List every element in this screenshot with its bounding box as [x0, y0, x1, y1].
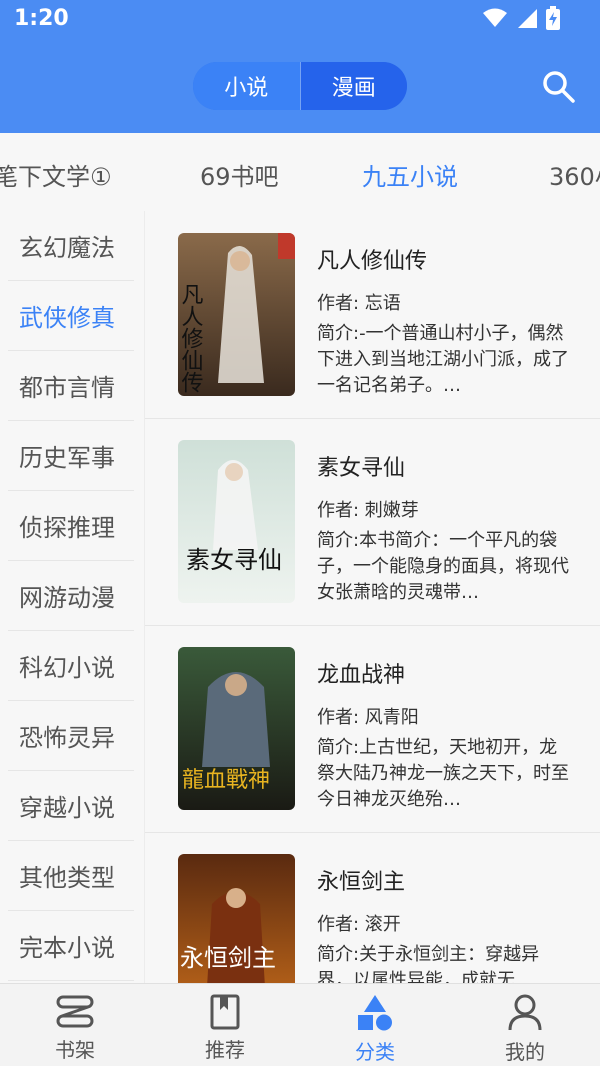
tab-source-1[interactable]: 笔下文学① — [0, 157, 112, 192]
book-item[interactable]: 素女寻仙 素女寻仙 作者: 刺嫩芽 简介:本书简介：一个平凡的袋子，一个能隐身的… — [145, 418, 600, 626]
category-item[interactable]: 侦探推理 — [8, 491, 134, 561]
nav-label: 分类 — [355, 1040, 395, 1064]
category-item-selected[interactable]: 武侠修真 — [8, 281, 134, 351]
category-item[interactable]: 穿越小说 — [8, 771, 134, 841]
search-icon[interactable] — [540, 68, 576, 104]
content-type-switch: 小说 漫画 — [193, 62, 407, 110]
nav-label: 我的 — [505, 1040, 545, 1064]
category-item[interactable]: 其他类型 — [8, 841, 134, 911]
nav-recommend[interactable]: 推荐 — [150, 984, 300, 1066]
wifi-icon — [483, 8, 507, 27]
book-cover: 凡人修仙传 — [178, 233, 295, 396]
book-item[interactable]: 凡人修仙传 凡人修仙传 作者: 忘语 简介:-一个普通山村小子，偶然下进入到当地… — [145, 211, 600, 419]
app-header: 1:20 小说 漫画 — [0, 0, 600, 133]
book-description: 简介:-一个普通山村小子，偶然下进入到当地江湖小门派，成了一名记名弟子。… — [317, 323, 569, 396]
category-item[interactable]: 玄幻魔法 — [8, 211, 134, 281]
user-icon — [508, 994, 542, 1031]
bookshelf-icon — [56, 995, 94, 1028]
book-title: 龙血战神 — [317, 663, 406, 688]
nav-profile[interactable]: 我的 — [450, 984, 600, 1066]
book-cover: 永恒剑主 — [178, 854, 295, 983]
book-title: 素女寻仙 — [317, 456, 406, 481]
nav-category[interactable]: 分类 — [300, 984, 450, 1066]
book-author: 作者: 滚开 — [317, 914, 401, 935]
signal-icon — [518, 9, 537, 28]
status-time: 1:20 — [14, 6, 69, 31]
status-icons — [482, 6, 560, 30]
book-description: 简介:本书简介：一个平凡的袋子，一个能隐身的面具，将现代女张萧晗的灵魂带… — [317, 530, 569, 603]
tab-source-4[interactable]: 360小说 — [549, 157, 600, 192]
svg-text:永恒剑主: 永恒剑主 — [180, 944, 276, 972]
battery-icon — [546, 6, 560, 30]
svg-text:凡人修仙传: 凡人修仙传 — [178, 283, 204, 393]
book-icon — [210, 994, 240, 1030]
source-tabs: 笔下文学① 69书吧 九五小说 360小说 — [0, 133, 600, 212]
category-item[interactable]: 恐怖灵异 — [8, 701, 134, 771]
nav-bookshelf[interactable]: 书架 — [0, 984, 150, 1066]
bottom-nav: 书架 推荐 分类 我的 — [0, 983, 600, 1066]
tab-source-2[interactable]: 69书吧 — [200, 157, 279, 192]
book-author: 作者: 刺嫩芽 — [317, 500, 419, 521]
nav-label: 推荐 — [205, 1038, 245, 1062]
book-description: 简介:关于永恒剑主：穿越异界，以属性异能，成就无… — [317, 944, 540, 983]
shapes-icon — [358, 995, 392, 1031]
book-cover: 素女寻仙 — [178, 440, 295, 603]
book-cover: 龍血戰神 — [178, 647, 295, 810]
book-list: 凡人修仙传 凡人修仙传 作者: 忘语 简介:-一个普通山村小子，偶然下进入到当地… — [145, 211, 600, 983]
book-title: 永恒剑主 — [317, 870, 406, 895]
book-item[interactable]: 龍血戰神 龙血战神 作者: 风青阳 简介:上古世纪，天地初开，龙祭大陆乃神龙一族… — [145, 625, 600, 833]
category-item[interactable]: 都市言情 — [8, 351, 134, 421]
tab-source-3[interactable]: 九五小说 — [362, 157, 458, 192]
category-item[interactable]: 历史军事 — [8, 421, 134, 491]
book-description: 简介:上古世纪，天地初开，龙祭大陆乃神龙一族之天下，时至今日神龙灭绝殆… — [317, 737, 569, 810]
book-author: 作者: 忘语 — [317, 293, 401, 314]
segment-novel[interactable]: 小说 — [193, 62, 300, 110]
category-item[interactable]: 科幻小说 — [8, 631, 134, 701]
category-item[interactable]: 完本小说 — [8, 911, 134, 981]
category-item[interactable]: 网游动漫 — [8, 561, 134, 631]
category-list: 玄幻魔法 武侠修真 都市言情 历史军事 侦探推理 网游动漫 科幻小说 恐怖灵异 … — [0, 211, 145, 983]
nav-label: 书架 — [55, 1038, 95, 1062]
segment-comic[interactable]: 漫画 — [300, 62, 407, 110]
book-item[interactable]: 永恒剑主 永恒剑主 作者: 滚开 简介:关于永恒剑主：穿越异界，以属性异能，成就… — [145, 832, 600, 983]
svg-text:素女寻仙: 素女寻仙 — [186, 546, 282, 574]
svg-text:龍血戰神: 龍血戰神 — [182, 768, 270, 793]
book-author: 作者: 风青阳 — [317, 707, 419, 728]
book-title: 凡人修仙传 — [317, 249, 428, 274]
app-screen: 1:20 小说 漫画 笔下文学① 69书吧 九五小说 360 玄幻魔法 武侠修真… — [0, 0, 600, 1066]
